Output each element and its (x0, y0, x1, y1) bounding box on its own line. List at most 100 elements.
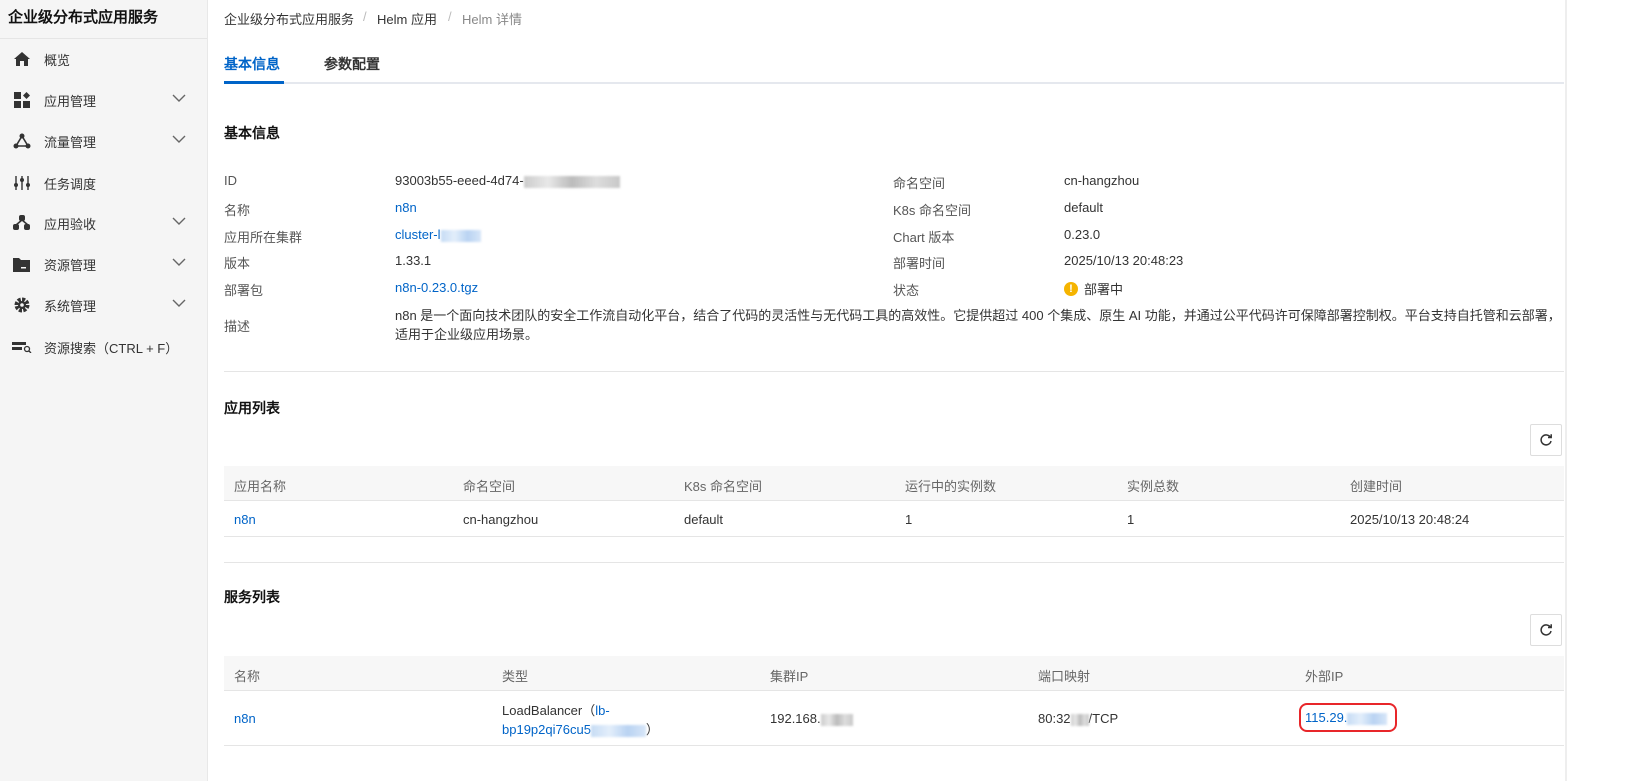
sidebar-item-label: 流量管理 (44, 134, 97, 150)
lb-link[interactable]: bp19p2qi76cu5 (502, 722, 591, 737)
redacted (440, 229, 481, 242)
scrollbar[interactable] (1565, 0, 1567, 781)
breadcrumb-current: Helm 详情 (462, 12, 522, 27)
warning-icon: ! (1064, 281, 1078, 296)
field-deploy-time: 2025/10/13 20:48:23 (1064, 253, 1184, 268)
cell-port-mapping: 80:32/TCP (1038, 711, 1119, 726)
section-title-apps: 应用列表 (224, 400, 280, 416)
sidebar: 企业级分布式应用服务 概览 应用管理 流量管理 任务调度 应用验收 资源管理 系… (0, 0, 208, 781)
sidebar-item-label: 资源管理 (44, 257, 97, 273)
chevron-down-icon (172, 94, 186, 102)
sidebar-item-label: 系统管理 (44, 298, 97, 314)
table-row: n8n LoadBalancer（lb- bp19p2qi76cu5 ） 192.… (224, 691, 1564, 746)
app-title: 企业级分布式应用服务 (0, 0, 207, 39)
table-row: n8n cn-hangzhou default 1 1 2025/10/13 2… (224, 501, 1564, 537)
sidebar-item-label: 应用管理 (44, 93, 97, 109)
column-header: 命名空间 (463, 479, 516, 494)
field-cluster-link[interactable]: cluster-l (395, 227, 481, 242)
field-id: 93003b55-eeed-4d74- (395, 173, 620, 188)
apps-icon (12, 90, 32, 110)
sidebar-item-overview[interactable]: 概览 (0, 44, 207, 74)
field-label: Chart 版本 (893, 230, 955, 245)
column-header: 类型 (502, 669, 529, 684)
sidebar-item-label: 概览 (44, 52, 71, 68)
cell-total-instances: 1 (1127, 512, 1135, 527)
services-table-header: 名称 类型 集群IP 端口映射 外部IP (224, 656, 1564, 691)
cell-type: LoadBalancer（lb- bp19p2qi76cu5 ） (502, 701, 659, 739)
breadcrumb-separator: / (363, 9, 367, 24)
tab-active-indicator (224, 81, 284, 84)
folder-icon (12, 254, 32, 274)
lb-link[interactable]: lb- (595, 703, 609, 718)
sidebar-item-task-scheduling[interactable]: 任务调度 (0, 168, 207, 198)
tab-param-config[interactable]: 参数配置 (324, 54, 380, 74)
breadcrumb-item[interactable]: 企业级分布式应用服务 (224, 9, 354, 28)
cell-cluster-ip: 192.168. (770, 711, 853, 726)
field-package-link[interactable]: n8n-0.23.0.tgz (395, 280, 478, 295)
field-label: 状态 (893, 283, 920, 298)
breadcrumb-separator: / (448, 9, 452, 24)
column-header: 名称 (234, 669, 261, 684)
status-text: 部署中 (1084, 282, 1124, 297)
type-text: ） (645, 722, 659, 737)
service-name-link[interactable]: n8n (234, 711, 256, 726)
chevron-down-icon (172, 217, 186, 225)
field-version: 1.33.1 (395, 253, 432, 268)
tab-basic-info[interactable]: 基本信息 (224, 54, 280, 74)
sidebar-item-app-management[interactable]: 应用管理 (0, 85, 207, 115)
field-name-link[interactable]: n8n (395, 200, 417, 215)
column-header: 运行中的实例数 (905, 479, 997, 494)
field-label: 名称 (224, 203, 251, 218)
sidebar-item-resource-management[interactable]: 资源管理 (0, 249, 207, 279)
app-name-link[interactable]: n8n (234, 512, 256, 527)
field-label: 版本 (224, 256, 251, 271)
column-header: 创建时间 (1350, 479, 1403, 494)
cell-namespace: cn-hangzhou (463, 512, 539, 527)
chevron-down-icon (172, 258, 186, 266)
field-namespace: cn-hangzhou (1064, 173, 1140, 188)
field-label: 命名空间 (893, 176, 946, 191)
refresh-apps-button[interactable] (1530, 424, 1562, 456)
column-header: 应用名称 (234, 479, 287, 494)
refresh-icon (1540, 624, 1552, 636)
sidebar-item-label: 任务调度 (44, 176, 97, 192)
column-header: 集群IP (770, 669, 809, 684)
field-label: 部署包 (224, 283, 264, 298)
column-header: K8s 命名空间 (684, 479, 763, 494)
field-description: n8n 是一个面向技术团队的安全工作流自动化平台，结合了代码的灵活性与无代码工具… (395, 308, 1561, 342)
network-icon (12, 131, 32, 151)
sidebar-item-label: 资源搜索（CTRL + F） (44, 340, 179, 356)
sidebar-item-system-management[interactable]: 系统管理 (0, 290, 207, 320)
field-label: 描述 (224, 319, 251, 334)
divider (224, 371, 1564, 372)
status-badge: ! 部署中 (1064, 279, 1123, 298)
external-ip-link[interactable]: 115.29. (1299, 703, 1398, 732)
apps-table-header: 应用名称 命名空间 K8s 命名空间 运行中的实例数 实例总数 创建时间 (224, 466, 1564, 501)
main-content: 企业级分布式应用服务 / Helm 应用 / Helm 详情 基本信息 参数配置… (208, 0, 1629, 781)
column-header: 端口映射 (1038, 669, 1091, 684)
chevron-down-icon (172, 299, 186, 307)
section-title-services: 服务列表 (224, 589, 280, 605)
field-k8s-namespace: default (1064, 200, 1104, 215)
field-chart-version: 0.23.0 (1064, 227, 1101, 242)
sidebar-item-label: 应用验收 (44, 216, 97, 232)
field-label: 部署时间 (893, 256, 946, 271)
column-header: 外部IP (1305, 669, 1344, 684)
refresh-icon (1540, 434, 1552, 446)
sidebar-item-app-acceptance[interactable]: 应用验收 (0, 208, 207, 238)
divider (224, 562, 1564, 563)
home-icon (12, 49, 32, 69)
chevron-down-icon (172, 135, 186, 143)
field-label: ID (224, 173, 237, 188)
redacted (590, 724, 646, 737)
breadcrumb-item[interactable]: Helm 应用 (377, 9, 437, 28)
tab-bar-line (224, 82, 1564, 84)
cell-k8s-namespace: default (684, 512, 724, 527)
cell-created-time: 2025/10/13 20:48:24 (1350, 512, 1470, 527)
refresh-services-button[interactable] (1530, 614, 1562, 646)
sidebar-item-resource-search[interactable]: 资源搜索（CTRL + F） (0, 332, 207, 362)
column-header: 实例总数 (1127, 479, 1180, 494)
sidebar-item-traffic-management[interactable]: 流量管理 (0, 126, 207, 156)
search-resource-icon (12, 337, 32, 357)
field-label: K8s 命名空间 (893, 203, 972, 218)
